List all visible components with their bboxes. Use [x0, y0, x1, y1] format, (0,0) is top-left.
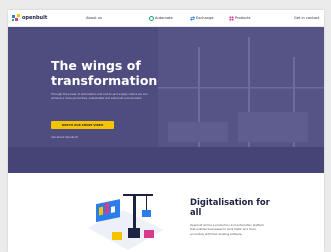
- hero-description: Through the power of automation and end-…: [51, 92, 148, 101]
- products-icon: [229, 16, 234, 20]
- hero-section: The wings of transformation Through the …: [8, 27, 324, 173]
- nav-products-label: Products: [235, 16, 251, 20]
- hero-title: The wings of transformation: [51, 58, 158, 88]
- nav-automate-label: Automate: [155, 16, 173, 20]
- nav-about-us[interactable]: About us: [86, 16, 102, 20]
- nav-get-in-contact[interactable]: Get in contact: [294, 16, 319, 20]
- openbult-logo-icon: [12, 14, 20, 21]
- nav-exchange-label: Exchange: [196, 16, 214, 20]
- site-header: openbult About us Automate Exchange Prod…: [8, 10, 324, 27]
- logo-text: openbult: [22, 15, 48, 21]
- digitalisation-illustration: [88, 194, 163, 250]
- automate-icon: [149, 15, 154, 21]
- digitalisation-section: Digitalisation for all Openbult will be …: [8, 173, 324, 252]
- exchange-icon: [190, 15, 195, 21]
- web-page: openbult About us Automate Exchange Prod…: [8, 10, 324, 252]
- watch-video-button[interactable]: Watch our short video: [51, 121, 114, 129]
- hero-secondary-link[interactable]: Ask about Openbult: [51, 135, 78, 139]
- section-text: Openbult will be a production and automa…: [190, 223, 265, 236]
- section-title: Digitalisation for all: [190, 197, 270, 217]
